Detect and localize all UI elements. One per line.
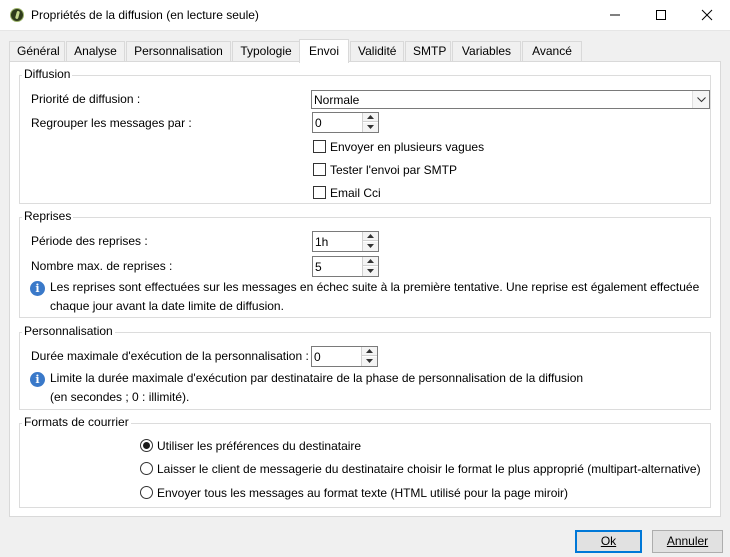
email-bcc-label: Email Cci: [330, 186, 381, 200]
minimize-icon: [610, 14, 620, 16]
tab-validite[interactable]: Validité: [350, 41, 404, 63]
title-bar: Propriétés de la diffusion (en lecture s…: [0, 0, 730, 31]
group-messages-spinner[interactable]: 0: [312, 112, 379, 133]
personalization-note-line1: Limite la durée maximale d'exécution par…: [50, 371, 584, 385]
tab-panel-envoi: Diffusion Priorité de diffusion : Normal…: [9, 61, 721, 517]
tab-typologie[interactable]: Typologie: [232, 41, 300, 63]
format-recipient-prefs-label: Utiliser les préférences du destinataire: [157, 439, 362, 453]
adobe-campaign-icon: [10, 8, 24, 22]
retry-note: Les reprises sont effectuées sur les mes…: [50, 278, 708, 316]
chevron-down-icon[interactable]: [692, 91, 709, 108]
retry-max-spinner[interactable]: 5: [312, 256, 379, 277]
retry-period-value: 1h: [315, 235, 329, 249]
cancel-button-label: Annuler: [666, 534, 709, 548]
multiple-waves-checkbox[interactable]: [313, 140, 326, 153]
personalization-duration-value: 0: [314, 350, 321, 364]
group-formats: Formats de courrier Utiliser les préfére…: [19, 415, 711, 508]
multiple-waves-label: Envoyer en plusieurs vagues: [330, 140, 485, 154]
group-reprises-title: Reprises: [22, 209, 74, 223]
spinner-buttons: [362, 257, 378, 276]
group-personnalisation: Personnalisation Durée maximale d'exécut…: [19, 324, 711, 410]
spin-up-icon[interactable]: [363, 232, 378, 241]
cancel-button[interactable]: Annuler: [652, 530, 723, 553]
retry-period-label: Période des reprises :: [31, 234, 148, 248]
format-text-radio[interactable]: [140, 486, 153, 499]
personalization-note-line2: (en secondes ; 0 : illimité).: [50, 390, 190, 404]
personalization-note: Limite la durée maximale d'exécution par…: [50, 369, 708, 407]
tab-envoi[interactable]: Envoi: [299, 39, 349, 63]
spin-up-icon[interactable]: [363, 257, 378, 266]
group-diffusion-title: Diffusion: [22, 67, 73, 81]
ok-button[interactable]: Ok: [575, 530, 642, 553]
ok-button-label: Ok: [600, 534, 617, 548]
spinner-buttons: [362, 113, 378, 132]
window-title: Propriétés de la diffusion (en lecture s…: [31, 8, 259, 22]
retry-period-spinner[interactable]: 1h: [312, 231, 379, 252]
spin-up-icon[interactable]: [362, 347, 377, 356]
smtp-test-checkbox[interactable]: [313, 163, 326, 176]
minimize-button[interactable]: [592, 0, 638, 31]
priority-value: Normale: [314, 93, 360, 107]
tab-variables[interactable]: Variables: [452, 41, 521, 63]
group-personnalisation-title: Personnalisation: [22, 324, 115, 338]
group-diffusion: Diffusion Priorité de diffusion : Normal…: [19, 67, 711, 204]
retry-note-line1: Les reprises sont effectuées sur les mes…: [50, 280, 700, 294]
spin-down-icon[interactable]: [362, 357, 377, 366]
spin-down-icon[interactable]: [363, 242, 378, 251]
tab-analyse[interactable]: Analyse: [66, 41, 125, 63]
maximize-icon: [656, 10, 666, 20]
tab-smtp[interactable]: SMTP: [405, 41, 451, 63]
group-messages-label: Regrouper les messages par :: [31, 116, 192, 130]
spin-down-icon[interactable]: [363, 123, 378, 132]
group-messages-value: 0: [315, 116, 322, 130]
spin-down-icon[interactable]: [363, 267, 378, 276]
format-text-label: Envoyer tous les messages au format text…: [157, 486, 569, 500]
spinner-buttons: [362, 232, 378, 251]
info-icon: i: [30, 281, 45, 296]
tab-avance[interactable]: Avancé: [522, 41, 582, 63]
group-reprises: Reprises Période des reprises : 1h Nombr…: [19, 209, 711, 318]
info-icon: i: [30, 372, 45, 387]
personalization-duration-label: Durée maximale d'exécution de la personn…: [31, 349, 309, 363]
format-multipart-radio[interactable]: [140, 462, 153, 475]
retry-max-label: Nombre max. de reprises :: [31, 259, 173, 273]
tab-strip: Général Analyse Personnalisation Typolog…: [9, 39, 721, 63]
tab-general[interactable]: Général: [9, 41, 65, 63]
tab-personnalisation[interactable]: Personnalisation: [126, 41, 231, 63]
personalization-duration-spinner[interactable]: 0: [311, 346, 378, 367]
format-recipient-prefs-radio[interactable]: [140, 439, 153, 452]
email-bcc-checkbox[interactable]: [313, 186, 326, 199]
retry-max-value: 5: [315, 260, 322, 274]
spin-up-icon[interactable]: [363, 113, 378, 122]
group-formats-title: Formats de courrier: [22, 415, 131, 429]
maximize-button[interactable]: [638, 0, 684, 31]
smtp-test-label: Tester l'envoi par SMTP: [330, 163, 458, 177]
priority-label: Priorité de diffusion :: [31, 92, 141, 106]
priority-select[interactable]: Normale: [311, 90, 710, 109]
retry-note-line2: chaque jour avant la date limite de diff…: [50, 299, 284, 313]
format-multipart-label: Laisser le client de messagerie du desti…: [157, 462, 701, 476]
spinner-buttons: [361, 347, 377, 366]
close-icon: [701, 9, 713, 21]
close-button[interactable]: [684, 0, 730, 31]
